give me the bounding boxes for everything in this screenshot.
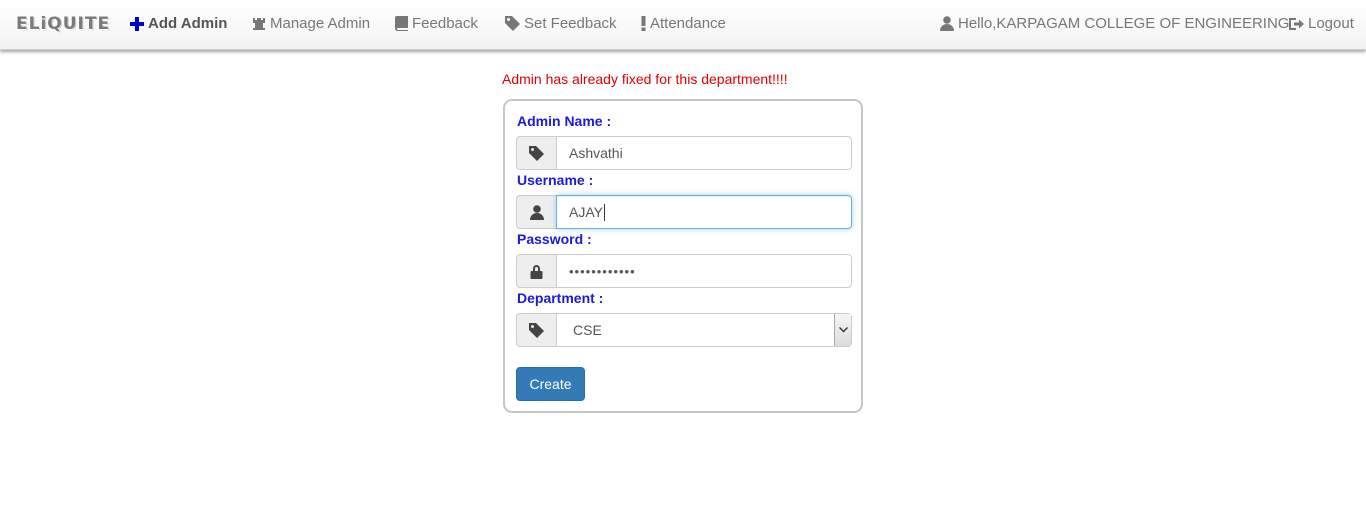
nav-logout[interactable]: Logout bbox=[1289, 15, 1354, 32]
brand-logo[interactable]: ELiQUITE bbox=[16, 14, 110, 34]
text-cursor bbox=[603, 203, 605, 221]
user-greeting-label: Hello,KARPAGAM COLLEGE OF ENGINEERING bbox=[958, 15, 1290, 32]
logout-label: Logout bbox=[1308, 15, 1354, 32]
username-group: AJAY bbox=[516, 195, 852, 229]
nav-attendance-label: Attendance bbox=[650, 15, 726, 32]
logout-icon bbox=[1289, 17, 1304, 31]
username-value: AJAY bbox=[569, 204, 603, 220]
book-icon bbox=[395, 16, 408, 31]
tag-icon bbox=[516, 136, 556, 170]
chevron-down-icon[interactable] bbox=[834, 314, 851, 346]
admin-name-value: Ashvathi bbox=[569, 145, 623, 161]
nav-feedback-label: Feedback bbox=[412, 15, 478, 32]
admin-name-input[interactable]: Ashvathi bbox=[556, 136, 852, 170]
top-navbar: ELiQUITE Add Admin Manage Admin Feedback… bbox=[0, 0, 1366, 50]
user-icon bbox=[516, 195, 556, 229]
department-select[interactable]: CSE bbox=[556, 313, 852, 347]
nav-set-feedback-label: Set Feedback bbox=[524, 15, 617, 32]
tag-icon bbox=[516, 313, 556, 347]
password-label: Password : bbox=[517, 231, 592, 247]
nav-add-admin-label: Add Admin bbox=[148, 15, 228, 32]
username-label: Username : bbox=[517, 172, 594, 188]
tower-icon bbox=[252, 17, 266, 31]
nav-attendance[interactable]: Attendance bbox=[641, 15, 726, 32]
password-group: •••••••••••• bbox=[516, 254, 852, 288]
plus-icon bbox=[130, 16, 144, 31]
user-icon bbox=[940, 16, 954, 31]
password-value: •••••••••••• bbox=[569, 263, 636, 279]
department-value: CSE bbox=[573, 322, 602, 338]
admin-name-group: Ashvathi bbox=[516, 136, 852, 170]
lock-icon bbox=[516, 254, 556, 288]
admin-name-label: Admin Name : bbox=[517, 113, 612, 129]
department-label: Department : bbox=[517, 290, 604, 306]
tag-icon bbox=[505, 16, 520, 31]
password-input[interactable]: •••••••••••• bbox=[556, 254, 852, 288]
username-input[interactable]: AJAY bbox=[556, 195, 852, 229]
nav-feedback[interactable]: Feedback bbox=[395, 15, 478, 32]
nav-add-admin[interactable]: Add Admin bbox=[130, 15, 227, 32]
nav-manage-admin[interactable]: Manage Admin bbox=[252, 15, 370, 32]
nav-set-feedback[interactable]: Set Feedback bbox=[505, 15, 617, 32]
exclamation-icon bbox=[641, 16, 646, 31]
nav-user-greeting[interactable]: Hello,KARPAGAM COLLEGE OF ENGINEERING bbox=[940, 15, 1289, 32]
create-admin-form: Admin Name : Ashvathi Username : AJAY Pa… bbox=[503, 99, 863, 413]
nav-manage-admin-label: Manage Admin bbox=[270, 15, 371, 32]
create-button[interactable]: Create bbox=[516, 367, 585, 401]
error-message: Admin has already fixed for this departm… bbox=[502, 71, 788, 87]
department-group: CSE bbox=[516, 313, 852, 347]
